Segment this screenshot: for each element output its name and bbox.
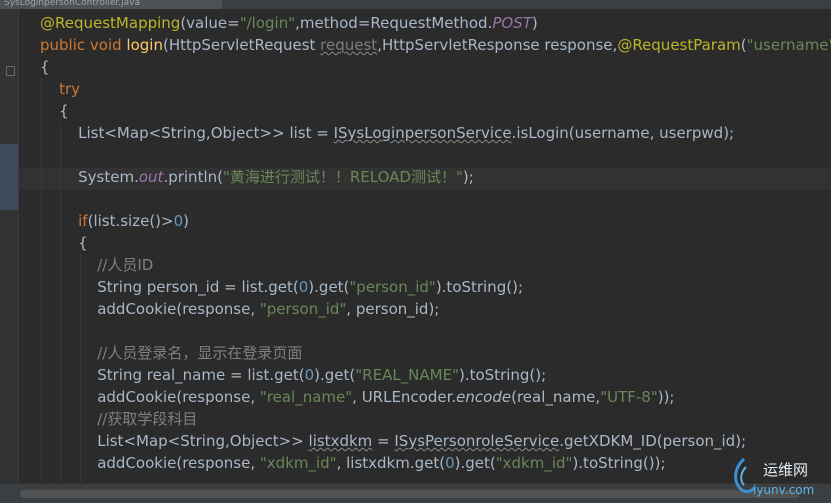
code-token: (list.size()> [87, 212, 174, 230]
code-line[interactable]: //获取学段科目 [40, 408, 831, 430]
code-line[interactable]: addCookie(response, "real_name", URLEnco… [40, 386, 831, 408]
scrollbar-thumb[interactable] [20, 490, 800, 498]
code-line[interactable]: if(list.size()>0) [40, 210, 831, 232]
code-token: "REAL_NAME" [355, 366, 459, 384]
code-token: @RequestMapping [40, 14, 181, 32]
code-token: ).get( [454, 454, 496, 472]
code-editor[interactable]: SysLoginpersonController.java @RequestMa… [0, 0, 831, 503]
code-token: 0 [298, 278, 309, 296]
code-token: "UTF-8" [600, 388, 658, 406]
code-token: , person_id); [346, 300, 440, 318]
code-token: ISysLoginpersonService [333, 124, 512, 142]
code-token: 0 [304, 366, 315, 384]
code-line[interactable]: addCookie(response, "xdkm_id", listxdkm.… [40, 452, 831, 474]
code-line[interactable] [40, 144, 831, 166]
code-token: ,HttpServletResponse response, [377, 36, 618, 54]
code-token: { [40, 58, 50, 76]
code-token: "real_name" [259, 388, 353, 406]
code-token: "person_id" [349, 278, 436, 296]
code-token: "xdkm_id" [259, 454, 337, 472]
code-token: String real_name = list.get( [40, 366, 305, 384]
code-token: 0 [445, 454, 455, 472]
code-token: ,method=RequestMethod. [295, 14, 493, 32]
code-token: "username" [746, 36, 831, 54]
code-token: addCookie(response, [40, 300, 260, 318]
code-token: (HttpServletRequest [162, 36, 321, 54]
gutter-separator [18, 9, 19, 483]
code-token: .isLogin(username, userpwd); [511, 124, 735, 142]
code-token: , URLEncoder. [352, 388, 457, 406]
fold-marker-icon[interactable] [6, 66, 15, 76]
code-token: List<Map<String,Object>> list = [40, 124, 334, 142]
vcs-change-marker [0, 144, 18, 210]
code-token: ).toString(); [435, 278, 524, 296]
code-line[interactable]: List<Map<String,Object>> listxdkm = ISys… [40, 430, 831, 452]
code-token: (value= [180, 14, 240, 32]
code-line[interactable]: try [40, 78, 831, 100]
code-token: ).get( [308, 278, 350, 296]
code-line[interactable]: { [40, 56, 831, 78]
code-token: "person_id" [259, 300, 347, 318]
code-token: (real_name, [511, 388, 601, 406]
code-token: = [372, 432, 395, 450]
code-token: public void [40, 36, 127, 54]
code-token: ).toString()); [572, 454, 666, 472]
code-line[interactable] [40, 188, 831, 210]
code-line[interactable]: String person_id = list.get(0).get("pers… [40, 276, 831, 298]
code-token: if [40, 212, 88, 230]
watermark-text: 运维网 [763, 461, 809, 479]
code-line[interactable]: System.out.println("黄海进行测试！！RELOAD测试！"); [40, 166, 831, 188]
code-content[interactable]: @RequestMapping(value="/login",method=Re… [40, 12, 831, 474]
code-token: .getXDKM_ID(person_id); [559, 432, 747, 450]
code-token: { [40, 234, 88, 252]
code-line[interactable]: addCookie(response, "person_id", person_… [40, 298, 831, 320]
code-token: ) [531, 14, 538, 32]
code-token: encode [456, 388, 512, 406]
code-token: ) [183, 212, 190, 230]
code-token: addCookie(response, [40, 454, 260, 472]
code-line[interactable]: @RequestMapping(value="/login",method=Re… [40, 12, 831, 34]
code-token: ).get( [314, 366, 356, 384]
code-token: .println( [163, 168, 223, 186]
editor-tab[interactable]: SysLoginpersonController.java [0, 0, 222, 9]
code-token: List<Map<String,Object>> [40, 432, 309, 450]
code-token: //获取学段科目 [40, 410, 198, 428]
watermark-url: iyunv.com [753, 483, 815, 497]
code-token: "/login" [239, 14, 296, 32]
code-line[interactable]: { [40, 100, 831, 122]
code-token: try [40, 80, 80, 98]
code-line[interactable] [40, 320, 831, 342]
code-token: POST [492, 14, 532, 32]
code-token: 0 [173, 212, 184, 230]
code-token: listxdkm [308, 432, 373, 450]
code-line[interactable]: String real_name = list.get(0).get("REAL… [40, 364, 831, 386]
code-line[interactable]: //人员登录名，显示在登录页面 [40, 342, 831, 364]
code-token: { [40, 102, 69, 120]
code-token: @RequestParam [617, 36, 741, 54]
code-token: "xdkm_id" [495, 454, 573, 472]
watermark-logo: 运维网 iyunv.com [729, 455, 829, 501]
code-token: login [126, 36, 163, 54]
code-token: System. [40, 168, 139, 186]
code-token: )); [657, 388, 675, 406]
horizontal-scrollbar[interactable] [0, 483, 831, 503]
code-token: , listxdkm.get( [336, 454, 446, 472]
code-token: ISysPersonroleService [394, 432, 560, 450]
code-token: //人员登录名，显示在登录页面 [40, 344, 303, 362]
code-token: request [320, 36, 378, 54]
tab-strip: SysLoginpersonController.java [0, 0, 831, 9]
code-token: ).toString(); [458, 366, 547, 384]
code-token: //人员ID [40, 256, 154, 274]
code-token: out [138, 168, 164, 186]
code-token: String person_id = list.get( [40, 278, 299, 296]
line-gutter[interactable] [0, 9, 18, 483]
code-line[interactable]: public void login(HttpServletRequest req… [40, 34, 831, 56]
code-line[interactable]: { [40, 232, 831, 254]
code-token: addCookie(response, [40, 388, 260, 406]
code-token: "黄海进行测试！！RELOAD测试！" [222, 168, 463, 186]
code-line[interactable]: //人员ID [40, 254, 831, 276]
code-token: ); [462, 168, 474, 186]
code-line[interactable]: List<Map<String,Object>> list = ISysLogi… [40, 122, 831, 144]
